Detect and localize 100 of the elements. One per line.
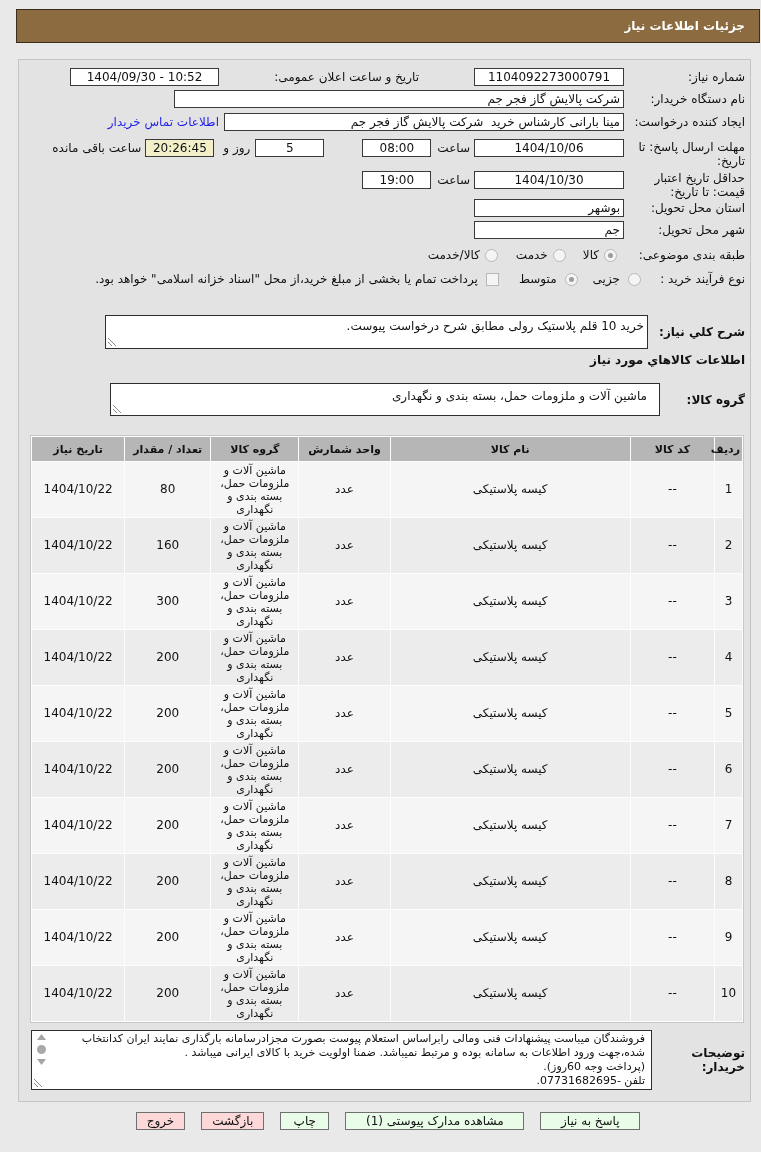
table-cell: 1404/10/22 xyxy=(32,742,125,797)
delivery-city-field[interactable]: جم xyxy=(474,221,624,239)
table-cell: ماشین آلات و ملزومات حمل، بسته بندی و نگهداری xyxy=(211,518,299,573)
validity-date-field[interactable]: 1404/10/30 xyxy=(474,171,624,189)
checkbox-label: پرداخت تمام یا بخشی از مبلغ خرید،از محل "اسناد خزانه اسلامی" خواهد بود. xyxy=(95,271,478,287)
exit-button[interactable]: خروج xyxy=(135,1112,186,1130)
table-cell: 80 xyxy=(125,462,211,517)
action-button[interactable]: مشاهده مدارک پیوستی (1) xyxy=(345,1112,525,1130)
table-cell: کیسه پلاستیکی xyxy=(390,854,630,909)
table-cell: کیسه پلاستیکی xyxy=(390,742,630,797)
field-label: نام دستگاه خریدار: xyxy=(650,92,745,106)
days-remaining-field[interactable]: 5 xyxy=(255,139,325,157)
radio-button[interactable] xyxy=(604,248,617,262)
column-header: تاریخ نیاز xyxy=(32,437,125,461)
table-cell: ماشین آلات و ملزومات حمل، بسته بندی و نگهداری xyxy=(211,574,299,629)
table-cell: 1404/10/22 xyxy=(32,910,125,965)
field-label: مهلت ارسال پاسخ: تا تاریخ: xyxy=(637,140,745,168)
table-cell: عدد xyxy=(299,686,390,741)
goods-group-textarea[interactable]: ماشین آلات و ملزومات حمل، بسته بندی و نگهداری xyxy=(110,383,660,416)
table-cell: 1404/10/22 xyxy=(32,686,125,741)
table-cell: -- xyxy=(630,854,714,909)
field-label: توضیحات خریدار: xyxy=(690,1046,745,1074)
field-label: شرح کلي نیاز: xyxy=(659,325,745,339)
buyer-organization-field[interactable]: شرکت پالایش گاز فجر جم xyxy=(174,90,624,108)
table-cell: 1404/10/22 xyxy=(32,798,125,853)
table-cell: -- xyxy=(630,630,714,685)
radio-label: جزیی xyxy=(592,271,620,287)
radio-button[interactable] xyxy=(628,272,641,286)
radio-button[interactable] xyxy=(564,272,578,286)
table-cell: عدد xyxy=(299,574,390,629)
table-cell: 7 xyxy=(714,798,742,853)
field-label: گروه کالا: xyxy=(686,392,745,407)
table-cell: 200 xyxy=(125,854,211,909)
field-label: استان محل تحویل: xyxy=(650,201,745,215)
table-cell: عدد xyxy=(299,518,390,573)
time-remaining-field[interactable]: 20:26:45 xyxy=(145,139,215,157)
radio-label: کالا xyxy=(582,247,599,263)
need-number-field[interactable]: 1104092273000791 xyxy=(474,68,624,86)
field-label: نوع فرآیند خرید : xyxy=(660,272,745,286)
table-cell: ماشین آلات و ملزومات حمل، بسته بندی و نگهداری xyxy=(211,966,299,1021)
field-label: شماره نیاز: xyxy=(688,70,745,84)
buyer-contact-link[interactable]: اطلاعات تماس خریدار xyxy=(107,113,219,131)
delivery-province-field[interactable]: بوشهر xyxy=(474,199,624,217)
table-cell: 5 xyxy=(714,686,742,741)
resize-grip-icon[interactable] xyxy=(108,338,116,346)
column-header: تعداد / مقدار xyxy=(125,437,211,461)
action-button[interactable]: پاسخ به نیاز xyxy=(540,1112,641,1130)
table-cell: 3 xyxy=(714,574,742,629)
table-cell: عدد xyxy=(299,630,390,685)
table-cell: ماشین آلات و ملزومات حمل، بسته بندی و نگهداری xyxy=(211,854,299,909)
table-cell: 1404/10/22 xyxy=(32,462,125,517)
radio-label: کالا/خدمت xyxy=(427,247,480,263)
column-header: گروه کالا xyxy=(211,437,299,461)
announcement-date-field[interactable]: 1404/09/30 - 10:52 xyxy=(70,68,219,86)
table-cell: عدد xyxy=(299,742,390,797)
table-cell: -- xyxy=(630,910,714,965)
requester-field[interactable]: مینا بارانی کارشناس خرید شرکت پالایش گاز فجر جم xyxy=(224,113,624,131)
table-cell: کیسه پلاستیکی xyxy=(390,686,630,741)
resize-grip-icon[interactable] xyxy=(113,405,121,413)
table-cell: -- xyxy=(630,686,714,741)
table-cell: -- xyxy=(630,462,714,517)
table-cell: 1404/10/22 xyxy=(32,630,125,685)
table-cell: کیسه پلاستیکی xyxy=(390,518,630,573)
table-cell: ماشین آلات و ملزومات حمل، بسته بندی و نگهداری xyxy=(211,630,299,685)
exit-button[interactable]: بازگشت xyxy=(201,1112,265,1130)
table-cell: عدد xyxy=(299,910,390,965)
resize-grip-icon[interactable] xyxy=(34,1079,42,1087)
scroll-down-icon[interactable] xyxy=(36,1059,46,1065)
deadline-date-field[interactable]: 1404/10/06 xyxy=(474,139,624,157)
checkbox[interactable] xyxy=(485,272,499,286)
action-button[interactable]: چاپ xyxy=(280,1112,330,1130)
scroll-thumb[interactable] xyxy=(36,1045,46,1054)
table-cell: عدد xyxy=(299,854,390,909)
table-cell: 200 xyxy=(125,798,211,853)
radio-label: متوسط xyxy=(518,271,557,287)
description-textarea[interactable]: خرید 10 قلم پلاستیک رولی مطابق شرح درخواست پیوست. xyxy=(105,315,648,349)
table-cell: 200 xyxy=(125,910,211,965)
table-cell: کیسه پلاستیکی xyxy=(390,574,630,629)
table-cell: کیسه پلاستیکی xyxy=(390,966,630,1021)
table-cell: عدد xyxy=(299,462,390,517)
radio-button[interactable] xyxy=(484,248,498,262)
radio-button[interactable] xyxy=(552,248,566,262)
field-label: ایجاد کننده درخواست: xyxy=(634,115,745,129)
field-label: طبقه بندی موضوعی: xyxy=(638,248,745,262)
field-label: حداقل تاریخ اعتبار قیمت: تا تاریخ: xyxy=(653,171,745,199)
table-cell: 1404/10/22 xyxy=(32,518,125,573)
table-cell: 1404/10/22 xyxy=(32,966,125,1021)
deadline-time-field[interactable]: 08:00 xyxy=(362,139,432,157)
table-cell: 1 xyxy=(714,462,742,517)
time-label: ساعت xyxy=(437,140,470,157)
table-cell: کیسه پلاستیکی xyxy=(390,462,630,517)
table-cell: -- xyxy=(630,966,714,1021)
table-cell: 1404/10/22 xyxy=(32,854,125,909)
radio-label: خدمت xyxy=(515,247,548,263)
table-cell: 4 xyxy=(714,630,742,685)
scroll-up-icon[interactable] xyxy=(36,1034,46,1040)
validity-time-field[interactable]: 19:00 xyxy=(362,171,432,189)
table-cell: -- xyxy=(630,518,714,573)
table-cell: ماشین آلات و ملزومات حمل، بسته بندی و نگهداری xyxy=(211,798,299,853)
buyer-notes-textarea[interactable]: فروشندگان میباست پیشنهادات فنی ومالی رابراساس استعلام پیوست بصورت مجزادرسامانه بارگذاری نمایند ایران کدانتخاب شده،جهت ورود اطلاعات به سامانه بوده و مرتبط نمیباشد. ضمنا اولویت خرید با کالای ایرانی میباشد . (پرداخت وجه 60روز). تلفن -07731682695. xyxy=(31,1030,652,1090)
